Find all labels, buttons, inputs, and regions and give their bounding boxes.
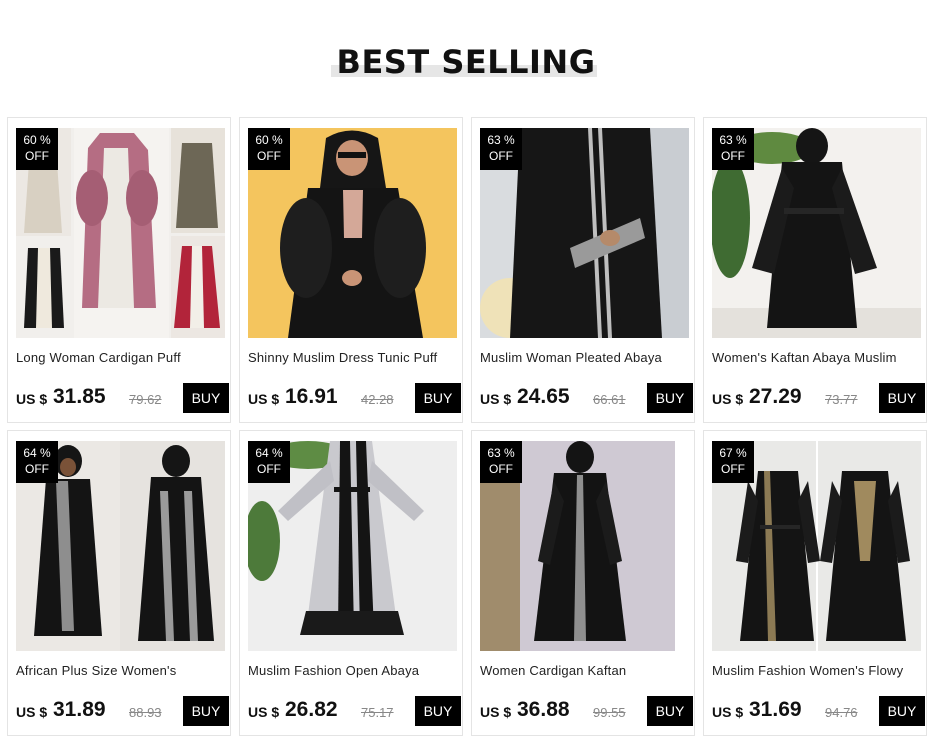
product-title[interactable]: Shinny Muslim Dress Tunic Puff <box>248 350 458 365</box>
sale-price: 26.82 <box>285 698 338 721</box>
product-card[interactable]: 64 % OFF Muslim Fashion Open Abaya US $ … <box>239 430 463 736</box>
currency-label: US $ <box>248 391 280 407</box>
product-title[interactable]: Women's Kaftan Abaya Muslim <box>712 350 922 365</box>
product-title[interactable]: Long Woman Cardigan Puff <box>16 350 226 365</box>
buy-button[interactable]: BUY <box>183 696 229 726</box>
discount-badge: 60 % OFF <box>248 128 290 170</box>
discount-percent: 64 % <box>23 446 51 460</box>
discount-off-label: OFF <box>257 462 281 476</box>
discount-badge: 63 % OFF <box>712 128 754 170</box>
discount-off-label: OFF <box>257 149 281 163</box>
discount-off-label: OFF <box>25 462 49 476</box>
original-price: 66.61 <box>593 392 626 407</box>
original-price: 99.55 <box>593 705 626 720</box>
currency-label: US $ <box>712 391 744 407</box>
discount-percent: 63 % <box>487 133 515 147</box>
buy-button[interactable]: BUY <box>879 383 925 413</box>
price-row: US $ 24.65 66.61 BUY <box>480 383 693 413</box>
buy-button[interactable]: BUY <box>647 696 693 726</box>
price-row: US $ 26.82 75.17 BUY <box>248 696 461 726</box>
discount-off-label: OFF <box>721 462 745 476</box>
buy-button[interactable]: BUY <box>879 696 925 726</box>
discount-badge: 64 % OFF <box>16 441 58 483</box>
price-row: US $ 31.89 88.93 BUY <box>16 696 229 726</box>
original-price: 88.93 <box>129 705 162 720</box>
product-title[interactable]: African Plus Size Women's <box>16 663 226 678</box>
discount-badge: 63 % OFF <box>480 441 522 483</box>
original-price: 94.76 <box>825 705 858 720</box>
sale-price: 27.29 <box>749 385 802 408</box>
section-header: BEST SELLING <box>0 40 932 90</box>
currency-label: US $ <box>248 704 280 720</box>
product-title[interactable]: Muslim Fashion Women's Flowy <box>712 663 922 678</box>
price-row: US $ 31.69 94.76 BUY <box>712 696 925 726</box>
product-card[interactable]: 63 % OFF Muslim Woman Pleated Abaya US $… <box>471 117 695 423</box>
discount-badge: 67 % OFF <box>712 441 754 483</box>
currency-label: US $ <box>480 704 512 720</box>
discount-badge: 60 % OFF <box>16 128 58 170</box>
discount-percent: 67 % <box>719 446 747 460</box>
discount-percent: 60 % <box>23 133 51 147</box>
sale-price: 16.91 <box>285 385 338 408</box>
sale-price: 24.65 <box>517 385 570 408</box>
sale-price: 31.85 <box>53 385 106 408</box>
original-price: 42.28 <box>361 392 394 407</box>
sale-price: 36.88 <box>517 698 570 721</box>
sale-price: 31.69 <box>749 698 802 721</box>
price-row: US $ 27.29 73.77 BUY <box>712 383 925 413</box>
discount-percent: 60 % <box>255 133 283 147</box>
buy-button[interactable]: BUY <box>415 383 461 413</box>
discount-percent: 63 % <box>487 446 515 460</box>
original-price: 75.17 <box>361 705 394 720</box>
product-card[interactable]: 60 % OFF Shinny Muslim Dress Tunic Puff … <box>239 117 463 423</box>
product-title[interactable]: Muslim Woman Pleated Abaya <box>480 350 690 365</box>
product-card[interactable]: 63 % OFF Women Cardigan Kaftan US $ 36.8… <box>471 430 695 736</box>
sale-price: 31.89 <box>53 698 106 721</box>
currency-label: US $ <box>480 391 512 407</box>
currency-label: US $ <box>16 704 48 720</box>
product-card[interactable]: 63 % OFF Women's Kaftan Abaya Muslim US … <box>703 117 927 423</box>
discount-percent: 63 % <box>719 133 747 147</box>
discount-percent: 64 % <box>255 446 283 460</box>
product-card[interactable]: 67 % OFF Muslim Fashion Women's Flowy US… <box>703 430 927 736</box>
price-row: US $ 16.91 42.28 BUY <box>248 383 461 413</box>
discount-off-label: OFF <box>25 149 49 163</box>
discount-off-label: OFF <box>489 462 513 476</box>
buy-button[interactable]: BUY <box>647 383 693 413</box>
price-row: US $ 31.85 79.62 BUY <box>16 383 229 413</box>
original-price: 73.77 <box>825 392 858 407</box>
product-title[interactable]: Muslim Fashion Open Abaya <box>248 663 458 678</box>
price-row: US $ 36.88 99.55 BUY <box>480 696 693 726</box>
buy-button[interactable]: BUY <box>183 383 229 413</box>
currency-label: US $ <box>16 391 48 407</box>
discount-badge: 64 % OFF <box>248 441 290 483</box>
original-price: 79.62 <box>129 392 162 407</box>
product-card[interactable]: 60 % OFF Long Woman Cardigan Puff US $ 3… <box>7 117 231 423</box>
currency-label: US $ <box>712 704 744 720</box>
product-card[interactable]: 64 % OFF African Plus Size Women's US $ … <box>7 430 231 736</box>
discount-badge: 63 % OFF <box>480 128 522 170</box>
section-title: BEST SELLING <box>336 43 596 81</box>
discount-off-label: OFF <box>489 149 513 163</box>
buy-button[interactable]: BUY <box>415 696 461 726</box>
discount-off-label: OFF <box>721 149 745 163</box>
product-title[interactable]: Women Cardigan Kaftan <box>480 663 690 678</box>
